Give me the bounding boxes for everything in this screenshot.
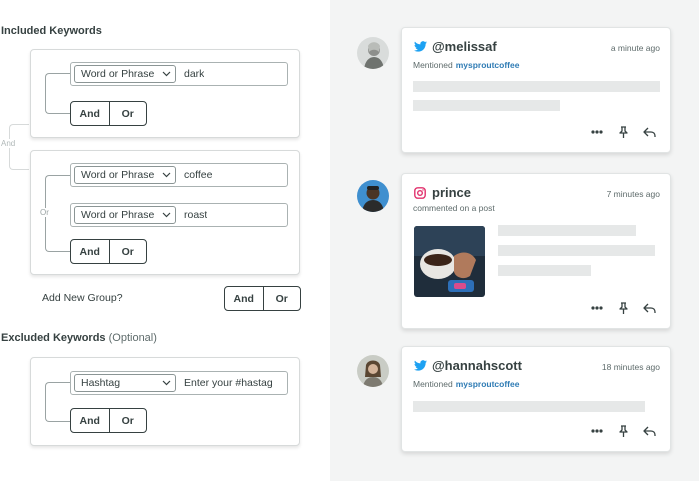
groups-connector-label: And bbox=[1, 139, 16, 148]
condition-type-select[interactable]: Hashtag bbox=[74, 374, 176, 392]
chevron-down-icon bbox=[161, 210, 171, 220]
excluded-keywords-title: Excluded Keywords (Optional) bbox=[1, 332, 157, 344]
reply-icon[interactable] bbox=[642, 301, 656, 315]
add-group-and-button[interactable]: And bbox=[225, 287, 263, 310]
card-handle[interactable]: @melissaf bbox=[413, 39, 497, 54]
condition-value[interactable]: dark bbox=[184, 68, 204, 80]
group-2-bracket-label: Or bbox=[39, 208, 50, 217]
meta-prefix: Mentioned bbox=[413, 379, 453, 389]
post-thumbnail[interactable] bbox=[414, 226, 485, 297]
condition-type-select[interactable]: Word or Phrase bbox=[74, 166, 176, 184]
group-1-bracket bbox=[45, 73, 71, 114]
hashtag-input[interactable]: Enter your #hastag bbox=[184, 377, 273, 389]
handle-text: prince bbox=[432, 185, 472, 200]
avatar[interactable] bbox=[357, 37, 389, 69]
handle-text: @melissaf bbox=[432, 39, 497, 54]
mention-meta: Mentioned mysproutcoffee bbox=[413, 60, 519, 70]
card-actions bbox=[590, 125, 656, 139]
chevron-down-icon bbox=[161, 170, 171, 180]
placeholder-text-line bbox=[498, 245, 655, 256]
condition-row[interactable]: Word or Phrase dark bbox=[70, 62, 288, 86]
condition-type-value: Word or Phrase bbox=[81, 169, 155, 181]
meta-prefix: commented on a post bbox=[413, 203, 495, 213]
mention-meta: commented on a post bbox=[413, 203, 495, 213]
and-button[interactable]: And bbox=[71, 409, 109, 432]
reply-icon[interactable] bbox=[642, 125, 656, 139]
placeholder-text-line bbox=[413, 401, 645, 412]
avatar[interactable] bbox=[357, 355, 389, 387]
mention-card[interactable]: prince 7 minutes ago commented on a post bbox=[401, 173, 671, 329]
card-handle[interactable]: prince bbox=[413, 185, 471, 200]
condition-row[interactable]: Hashtag Enter your #hastag bbox=[70, 371, 288, 395]
pin-icon[interactable] bbox=[616, 424, 630, 438]
excluded-and-or-toggle: And Or bbox=[70, 408, 147, 433]
condition-row[interactable]: Word or Phrase coffee bbox=[70, 163, 288, 187]
condition-type-value: Hashtag bbox=[81, 377, 121, 389]
placeholder-text-line bbox=[413, 100, 560, 111]
add-group-or-button[interactable]: Or bbox=[262, 287, 301, 310]
condition-type-value: Word or Phrase bbox=[81, 68, 155, 80]
chevron-down-icon bbox=[161, 69, 171, 79]
pin-icon[interactable] bbox=[616, 301, 630, 315]
excluded-group-bracket bbox=[45, 382, 71, 422]
mention-card[interactable]: @hannahscott 18 minutes ago Mentioned mys… bbox=[401, 346, 671, 452]
add-group-and-or-toggle: And Or bbox=[224, 286, 301, 311]
mention-card[interactable]: @melissaf a minute ago Mentioned mysprout… bbox=[401, 27, 671, 153]
avatar[interactable] bbox=[357, 180, 389, 212]
or-button[interactable]: Or bbox=[108, 240, 147, 263]
timestamp: 18 minutes ago bbox=[601, 362, 660, 372]
mention-meta: Mentioned mysproutcoffee bbox=[413, 379, 519, 389]
mentioned-account-link[interactable]: mysproutcoffee bbox=[456, 379, 520, 389]
condition-type-select[interactable]: Word or Phrase bbox=[74, 206, 176, 224]
condition-type-select[interactable]: Word or Phrase bbox=[74, 65, 176, 83]
twitter-icon bbox=[413, 359, 427, 373]
optional-label: (Optional) bbox=[108, 332, 157, 344]
condition-value[interactable]: coffee bbox=[184, 169, 212, 181]
timestamp: a minute ago bbox=[610, 43, 660, 53]
condition-value[interactable]: roast bbox=[184, 209, 207, 221]
keyword-builder-panel: Included Keywords And Word or Phrase dar… bbox=[0, 0, 330, 481]
included-keywords-title: Included Keywords bbox=[1, 25, 102, 37]
mentioned-account-link[interactable]: mysproutcoffee bbox=[456, 60, 520, 70]
meta-prefix: Mentioned bbox=[413, 60, 453, 70]
placeholder-text-line bbox=[498, 225, 636, 236]
and-button[interactable]: And bbox=[71, 240, 109, 263]
more-icon[interactable] bbox=[590, 301, 604, 315]
card-actions bbox=[590, 301, 656, 315]
card-actions bbox=[590, 424, 656, 438]
and-button[interactable]: And bbox=[71, 102, 109, 125]
placeholder-text-line bbox=[498, 265, 591, 276]
reply-icon[interactable] bbox=[642, 424, 656, 438]
condition-type-value: Word or Phrase bbox=[81, 209, 155, 221]
more-icon[interactable] bbox=[590, 424, 604, 438]
keyword-group-2: Or Word or Phrase coffee Word or Phrase … bbox=[30, 150, 300, 275]
keyword-group-1: Word or Phrase dark And Or bbox=[30, 49, 300, 138]
or-button[interactable]: Or bbox=[108, 409, 147, 432]
or-button[interactable]: Or bbox=[108, 102, 147, 125]
handle-text: @hannahscott bbox=[432, 358, 522, 373]
more-icon[interactable] bbox=[590, 125, 604, 139]
excluded-keyword-group: Hashtag Enter your #hastag And Or bbox=[30, 357, 300, 446]
placeholder-text-line bbox=[413, 81, 660, 92]
condition-row[interactable]: Word or Phrase roast bbox=[70, 203, 288, 227]
card-handle[interactable]: @hannahscott bbox=[413, 358, 522, 373]
timestamp: 7 minutes ago bbox=[606, 189, 660, 199]
chevron-down-icon bbox=[161, 378, 171, 388]
twitter-icon bbox=[413, 40, 427, 54]
instagram-icon bbox=[413, 186, 427, 200]
pin-icon[interactable] bbox=[616, 125, 630, 139]
group-2-and-or-toggle: And Or bbox=[70, 239, 147, 264]
group-1-and-or-toggle: And Or bbox=[70, 101, 147, 126]
add-new-group-label: Add New Group? bbox=[42, 292, 123, 304]
